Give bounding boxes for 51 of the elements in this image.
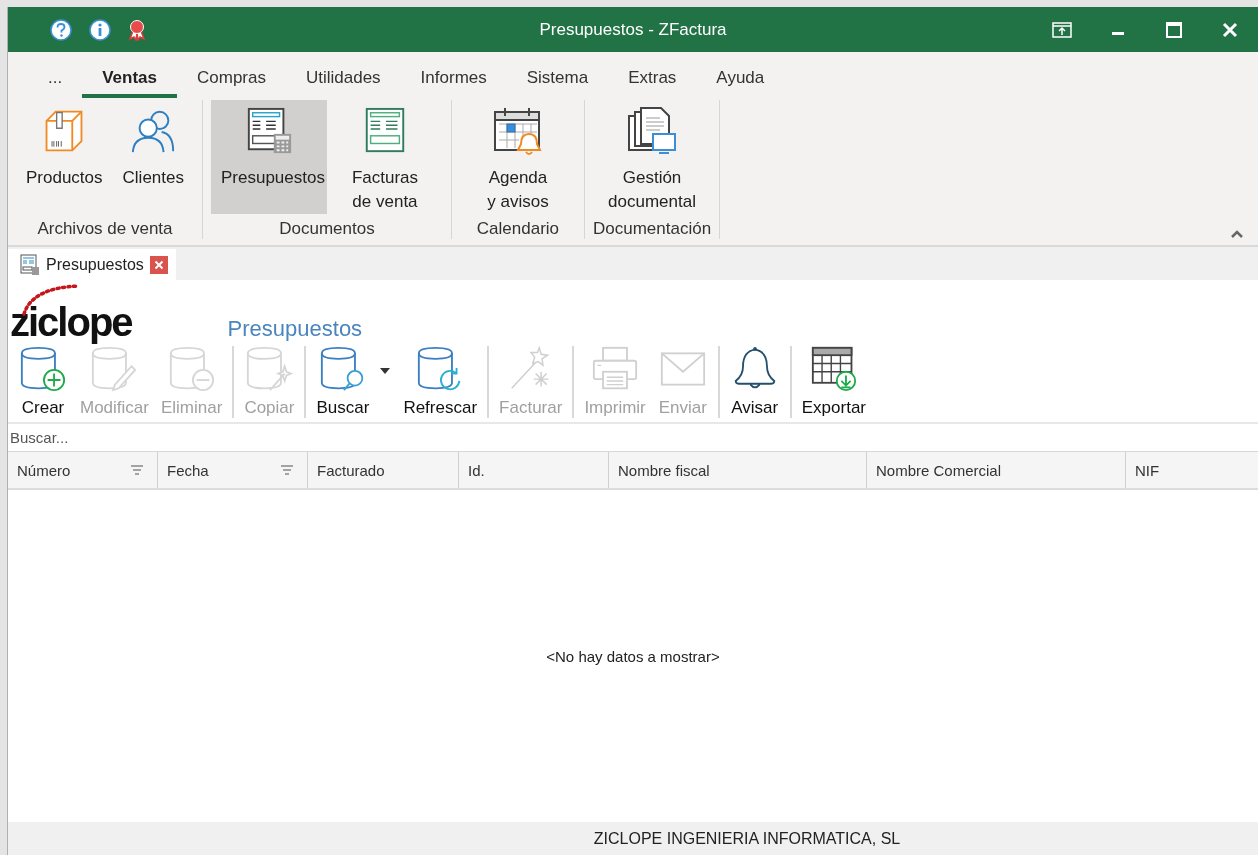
ribbon-button[interactable]: Productos (16, 100, 113, 214)
column-header[interactable]: Nombre Comercial (867, 452, 1126, 488)
database-add-icon (18, 346, 68, 392)
ribbon-button[interactable]: Facturas de venta (326, 100, 443, 214)
tab-label: Presupuestos (46, 255, 144, 274)
ribbon-button[interactable]: Gestión documental (594, 100, 711, 214)
document-calculator-icon (20, 253, 40, 276)
database-wand-icon (244, 346, 295, 392)
column-header[interactable]: Nombre fiscal (609, 452, 867, 488)
ribbon-tab[interactable]: Informes (400, 61, 507, 98)
column-header[interactable]: Número (8, 452, 158, 488)
toolbar-button[interactable]: Avisar (723, 346, 786, 418)
calendar-bell-icon (492, 106, 543, 156)
ribbon-tab[interactable]: Ayuda (696, 61, 785, 98)
document-tab[interactable]: Presupuestos (8, 249, 176, 280)
ribbon-tab[interactable]: Compras (177, 61, 286, 98)
dropdown-arrow-icon[interactable] (379, 367, 392, 375)
award-ribbon-icon[interactable] (128, 18, 146, 41)
company-logo: ziclope (8, 282, 136, 342)
ribbon-button[interactable]: Presupuestos (210, 100, 327, 214)
close-icon[interactable] (1222, 21, 1238, 38)
info-icon[interactable] (89, 18, 111, 41)
toolbar-button[interactable]: Crear (12, 346, 74, 418)
ribbon-tab[interactable]: Sistema (506, 61, 609, 98)
toolbar-button[interactable]: Exportar (795, 346, 872, 418)
documents-monitor-icon (627, 106, 678, 156)
ribbon-tab[interactable]: Extras (608, 61, 697, 98)
ribbon-group-label: Archivos de venta (37, 218, 173, 239)
ribbon-button[interactable]: Agenda y avisos (459, 100, 576, 214)
ribbon-group-label: Calendario (476, 218, 560, 239)
toolbar-button[interactable]: Buscar (310, 346, 376, 418)
ribbon-tab[interactable]: Ventas (82, 61, 177, 98)
column-header[interactable]: Facturado (308, 452, 459, 488)
column-header[interactable]: NIF (1126, 452, 1258, 488)
help-icon[interactable] (50, 18, 72, 41)
close-tab-icon[interactable] (149, 255, 168, 274)
column-header[interactable]: Fecha (158, 452, 308, 488)
window-title: Presupuestos - ZFactura (538, 19, 728, 40)
toolbar-button[interactable]: Refrescar (397, 346, 484, 418)
ribbon-tab[interactable]: ... (28, 61, 83, 98)
ribbon-tab[interactable]: Utilidades (285, 61, 401, 98)
ribbon-button[interactable]: Clientes (112, 100, 194, 214)
empty-message: <No hay datos a mostrar> (546, 647, 720, 665)
status-bar: ZICLOPE INGENIERIA INFORMATICA, SL (8, 822, 1258, 855)
collapse-ribbon-icon[interactable] (1230, 229, 1244, 239)
ribbon-group-label: Documentación (592, 218, 712, 239)
restore-window-icon[interactable] (1052, 21, 1072, 38)
ribbon-group-label: Documentos (279, 218, 375, 239)
maximize-icon[interactable] (1166, 21, 1182, 38)
page-title: Presupuestos (227, 316, 363, 342)
column-header[interactable]: Id. (459, 452, 609, 488)
